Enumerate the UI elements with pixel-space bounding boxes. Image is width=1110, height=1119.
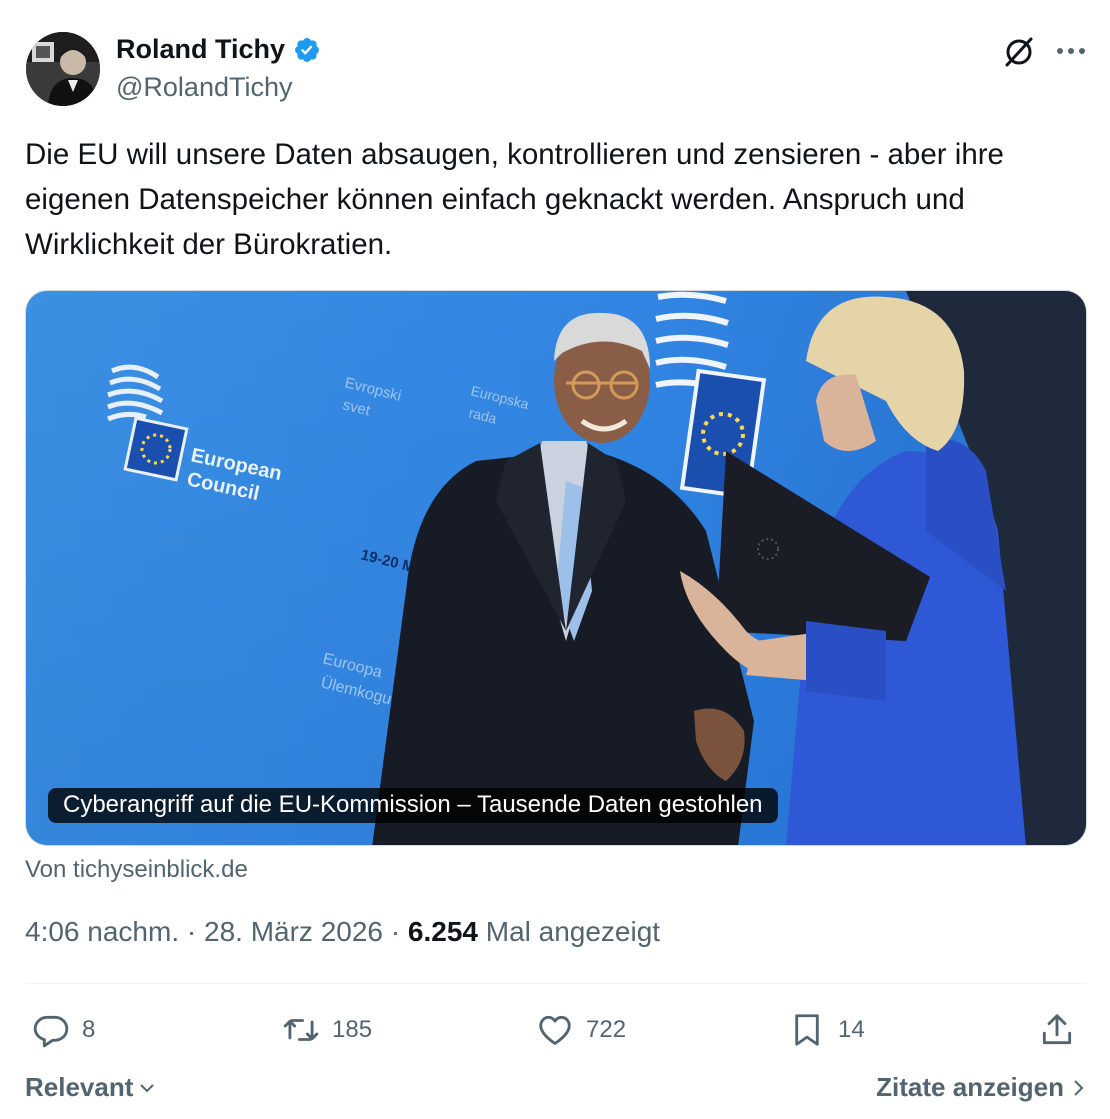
link-card-image[interactable]: European Council Evropski svet Europska …: [25, 290, 1087, 846]
chevron-down-icon: [140, 1083, 155, 1092]
avatar[interactable]: [26, 32, 100, 106]
tweet-date[interactable]: 28. März 2026: [204, 916, 383, 947]
verified-badge-icon: [295, 37, 319, 62]
grok-icon[interactable]: [1001, 34, 1037, 70]
repost-button[interactable]: 185: [282, 1006, 372, 1054]
repost-count: 185: [332, 1016, 373, 1043]
share-button[interactable]: [1038, 1006, 1076, 1054]
sort-label: Relevant: [25, 1072, 134, 1102]
reply-icon: [33, 1015, 69, 1048]
meta-separator-2: ·: [390, 916, 401, 947]
tweet-time[interactable]: 4:06 nachm.: [25, 916, 179, 947]
news-photo: European Council Evropski svet Europska …: [26, 291, 1086, 845]
view-count-label: Mal angezeigt: [485, 916, 661, 947]
reply-count: 8: [82, 1016, 96, 1043]
bookmark-count: 14: [838, 1016, 865, 1043]
like-icon: [539, 1015, 571, 1045]
link-card-caption: Cyberangriff auf die EU-Kommission – Tau…: [48, 788, 778, 823]
bookmark-icon: [795, 1014, 819, 1046]
bookmark-button[interactable]: 14: [788, 1006, 865, 1054]
divider: [25, 983, 1087, 984]
tweet-meta: 4:06 nachm. · 28. März 2026 · 6.254 Mal …: [25, 916, 660, 948]
more-icon[interactable]: [1054, 34, 1088, 68]
repost-icon: [283, 1019, 319, 1041]
avatar-image: [26, 32, 100, 106]
action-bar: 8 185 722 14: [0, 1006, 1110, 1054]
reply-button[interactable]: 8: [32, 1006, 95, 1054]
view-count: 6.254: [407, 916, 478, 947]
author-name[interactable]: Roland Tichy: [116, 34, 285, 65]
share-icon: [1042, 1014, 1072, 1045]
view-quotes-link[interactable]: Zitate anzeigen: [876, 1072, 1086, 1103]
author-name-row: Roland Tichy: [116, 34, 321, 65]
sort-dropdown[interactable]: Relevant: [25, 1072, 157, 1103]
chevron-right-icon: [1074, 1079, 1084, 1096]
like-button[interactable]: 722: [536, 1006, 626, 1054]
link-source[interactable]: Von tichyseinblick.de: [25, 856, 248, 884]
quotes-label: Zitate anzeigen: [876, 1072, 1064, 1102]
meta-separator: ·: [186, 916, 197, 947]
tweet-text: Die EU will unsere Daten absaugen, kontr…: [25, 138, 1004, 261]
author-handle[interactable]: @RolandTichy: [116, 72, 292, 103]
like-count: 722: [586, 1016, 627, 1043]
